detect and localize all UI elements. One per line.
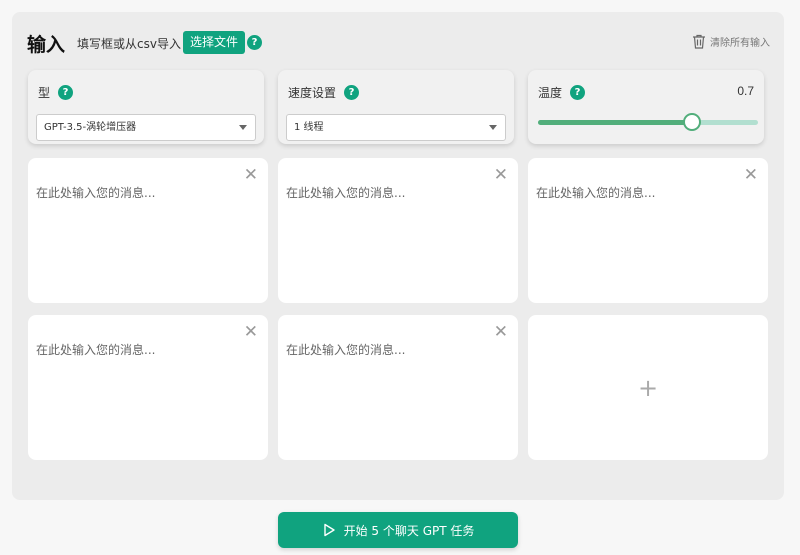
choose-file-button[interactable]: 选择文件 bbox=[183, 31, 246, 54]
add-message-button[interactable]: + bbox=[528, 315, 768, 460]
speed-select[interactable]: 1 线程 bbox=[286, 114, 506, 141]
message-input[interactable] bbox=[36, 184, 246, 284]
message-card: ✕ bbox=[528, 158, 768, 303]
close-icon[interactable]: ✕ bbox=[494, 167, 508, 184]
panel-header: 输入 填写框或从csv导入 选择文件 ? 清除所有输入 bbox=[12, 12, 784, 72]
model-label: 型 bbox=[38, 86, 51, 100]
play-icon bbox=[323, 523, 335, 537]
temperature-value: 0.7 bbox=[737, 84, 754, 98]
temperature-label-row: 温度 ? bbox=[538, 84, 586, 101]
message-input[interactable] bbox=[36, 341, 246, 441]
help-icon[interactable]: ? bbox=[58, 85, 74, 100]
speed-card: 速度设置 ? 1 线程 bbox=[278, 70, 514, 144]
close-icon[interactable]: ✕ bbox=[744, 167, 758, 184]
clear-all-button[interactable]: 清除所有输入 bbox=[692, 34, 770, 49]
message-card: ✕ bbox=[278, 315, 518, 460]
message-input[interactable] bbox=[536, 184, 746, 284]
temperature-card: 温度 ? 0.7 bbox=[528, 70, 764, 144]
message-card: ✕ bbox=[278, 158, 518, 303]
message-input[interactable] bbox=[286, 184, 496, 284]
trash-icon bbox=[693, 34, 705, 49]
start-tasks-label: 开始 5 个聊天 GPT 任务 bbox=[343, 523, 475, 538]
input-panel: 输入 填写框或从csv导入 选择文件 ? 清除所有输入 型 ? GPT-3.5-… bbox=[12, 12, 784, 500]
temperature-slider[interactable] bbox=[538, 112, 758, 132]
speed-label: 速度设置 bbox=[288, 86, 337, 100]
chevron-down-icon bbox=[239, 125, 247, 130]
speed-label-row: 速度设置 ? bbox=[288, 84, 360, 101]
model-select[interactable]: GPT-3.5-涡轮增压器 bbox=[36, 114, 256, 141]
close-icon[interactable]: ✕ bbox=[244, 324, 258, 341]
close-icon[interactable]: ✕ bbox=[244, 167, 258, 184]
model-label-row: 型 ? bbox=[38, 84, 74, 101]
message-input[interactable] bbox=[286, 341, 496, 441]
close-icon[interactable]: ✕ bbox=[494, 324, 508, 341]
temperature-label: 温度 bbox=[538, 86, 563, 100]
help-icon[interactable]: ? bbox=[344, 85, 360, 100]
page-title: 输入 bbox=[27, 34, 66, 56]
chevron-down-icon bbox=[489, 125, 497, 130]
message-card: ✕ bbox=[28, 315, 268, 460]
import-hint: 填写框或从csv导入 bbox=[77, 37, 181, 51]
model-selected-value: GPT-3.5-涡轮增压器 bbox=[44, 122, 137, 133]
clear-all-label: 清除所有输入 bbox=[710, 38, 770, 49]
help-icon[interactable]: ? bbox=[570, 85, 586, 100]
model-card: 型 ? GPT-3.5-涡轮增压器 bbox=[28, 70, 264, 144]
plus-icon: + bbox=[637, 373, 659, 402]
start-tasks-button[interactable]: 开始 5 个聊天 GPT 任务 bbox=[278, 512, 518, 548]
slider-fill bbox=[538, 120, 692, 125]
help-icon[interactable]: ? bbox=[247, 35, 262, 50]
slider-thumb[interactable] bbox=[683, 113, 701, 131]
speed-selected-value: 1 线程 bbox=[294, 122, 324, 133]
message-card: ✕ bbox=[28, 158, 268, 303]
